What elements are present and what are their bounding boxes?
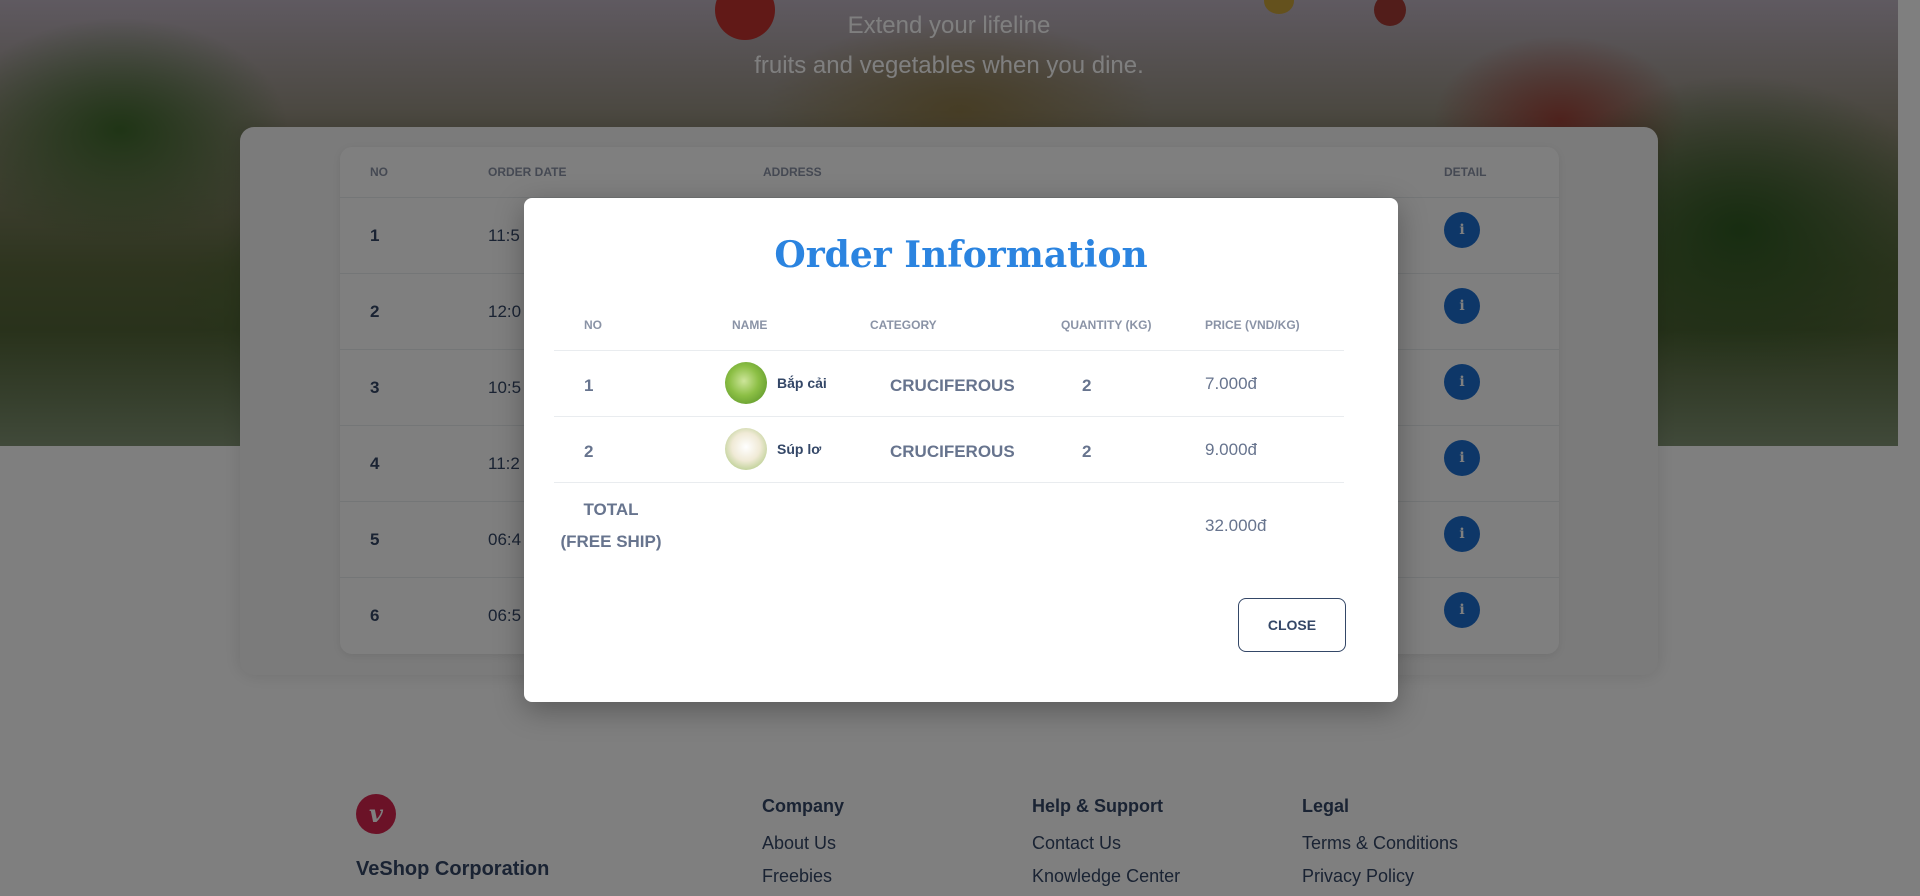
item-no: 1 bbox=[584, 376, 594, 395]
column-header-category: CATEGORY bbox=[870, 318, 937, 332]
total-price: 32.000đ bbox=[1205, 516, 1267, 535]
item-no: 2 bbox=[584, 442, 594, 461]
cauliflower-thumbnail bbox=[725, 428, 767, 470]
item-price: 9.000đ bbox=[1205, 440, 1257, 459]
item-quantity: 2 bbox=[1082, 442, 1092, 461]
order-information-modal: Order Information NO NAME CATEGORY QUANT… bbox=[524, 198, 1398, 702]
item-name: Bắp cải bbox=[777, 375, 827, 391]
column-header-quantity: QUANTITY (KG) bbox=[1061, 318, 1152, 332]
header-divider bbox=[554, 350, 1344, 351]
cabbage-thumbnail bbox=[725, 362, 767, 404]
modal-title: Order Information bbox=[774, 234, 1148, 276]
item-quantity: 2 bbox=[1082, 376, 1092, 395]
column-header-no: NO bbox=[584, 318, 602, 332]
column-header-price: PRICE (VND/KG) bbox=[1205, 318, 1300, 332]
total-label: TOTAL (FREE SHIP) bbox=[551, 494, 671, 558]
column-header-name: NAME bbox=[732, 318, 768, 332]
item-price: 7.000đ bbox=[1205, 374, 1257, 393]
total-label-line2: (FREE SHIP) bbox=[560, 532, 662, 551]
total-label-line1: TOTAL bbox=[583, 500, 639, 519]
item-category: CRUCIFEROUS bbox=[890, 442, 1015, 461]
close-button[interactable]: CLOSE bbox=[1238, 598, 1346, 652]
item-category: CRUCIFEROUS bbox=[890, 376, 1015, 395]
item-name: Súp lơ bbox=[777, 441, 822, 457]
row-divider bbox=[554, 416, 1344, 417]
row-divider bbox=[554, 482, 1344, 483]
